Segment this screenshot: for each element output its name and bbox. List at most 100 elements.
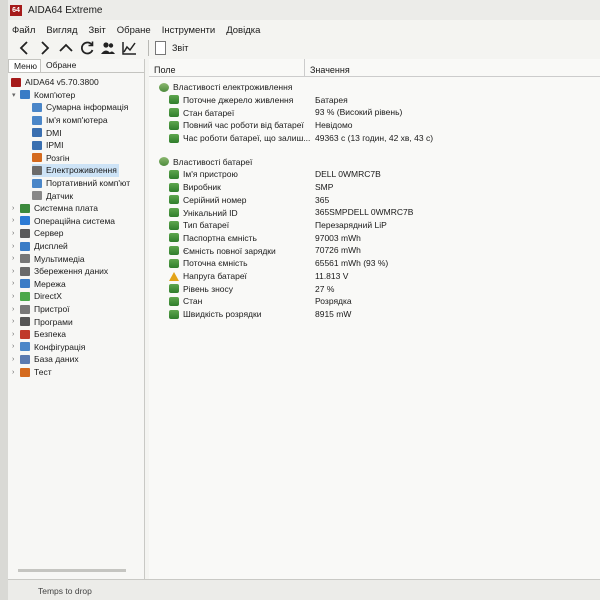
field-name: Унікальний ID — [183, 207, 238, 218]
field-row[interactable]: Напруга батареї — [169, 270, 247, 283]
expand-down-icon[interactable]: ▾ — [12, 91, 20, 99]
field-row[interactable]: Поточна ємність — [169, 257, 248, 270]
config-icon — [20, 342, 30, 352]
field-value: 93 % (Високий рівень) — [315, 107, 403, 118]
tree-item[interactable]: ▾ Комп'ютер — [12, 89, 75, 102]
users-button[interactable] — [98, 38, 118, 58]
chevron-right-icon[interactable]: › — [12, 343, 20, 350]
tree-item[interactable]: › Безпека — [12, 328, 66, 341]
menu-report[interactable]: Звіт — [89, 25, 106, 36]
tree-item[interactable]: Сумарна інформація — [32, 101, 128, 114]
chevron-right-icon[interactable]: › — [12, 230, 20, 237]
back-arrow-icon — [19, 41, 28, 55]
tree-item[interactable]: Датчик — [32, 189, 73, 202]
tree-item[interactable]: IPMI — [32, 139, 63, 152]
chevron-right-icon[interactable]: › — [12, 280, 20, 287]
aida64-window: 64 AIDA64 Extreme Файл Вигляд Звіт Обран… — [8, 0, 600, 600]
ipmi-icon — [32, 140, 42, 150]
tree-item[interactable]: Електроживлення — [32, 164, 119, 177]
chevron-right-icon[interactable]: › — [12, 318, 20, 325]
field-value: 365 — [315, 194, 330, 205]
column-field[interactable]: Поле — [149, 59, 305, 77]
chevron-right-icon[interactable]: › — [12, 217, 20, 224]
menu-view[interactable]: Вигляд — [46, 25, 77, 36]
field-row[interactable]: Стан батареї — [169, 106, 234, 119]
battery-icon — [169, 284, 179, 294]
tree-item[interactable]: › Дисплей — [12, 240, 68, 253]
chevron-right-icon[interactable]: › — [12, 293, 20, 300]
field-row[interactable]: Рівень зносу — [169, 283, 233, 296]
back-button[interactable] — [14, 38, 34, 58]
battery-icon — [169, 258, 179, 268]
tab-favorites[interactable]: Обране — [41, 59, 79, 72]
field-name: Напруга батареї — [183, 271, 247, 282]
chevron-right-icon[interactable]: › — [12, 306, 20, 313]
title-bar: 64 AIDA64 Extreme — [8, 0, 600, 20]
tab-menu[interactable]: Меню — [8, 59, 41, 72]
tree-item[interactable]: › Мультимедіа — [12, 252, 85, 265]
tree-item[interactable]: › Конфігурація — [12, 341, 85, 354]
tree-item[interactable]: › DirectX — [12, 290, 62, 303]
os-icon — [20, 216, 30, 226]
tree-item[interactable]: › Пристрої — [12, 303, 70, 316]
horizontal-scrollbar[interactable] — [18, 569, 126, 572]
chevron-right-icon[interactable]: › — [12, 243, 20, 250]
tree-item[interactable]: › База даних — [12, 353, 79, 366]
tree-item[interactable]: › Сервер — [12, 227, 63, 240]
field-row[interactable]: Час роботи батареї, що залиш... — [169, 132, 310, 145]
tree-item-label: Конфігурація — [34, 341, 86, 352]
tree-item[interactable]: Ім'я комп'ютера — [32, 114, 108, 127]
menu-tools[interactable]: Інструменти — [162, 25, 216, 36]
field-value: 11.813 V — [315, 270, 349, 281]
forward-button[interactable] — [35, 38, 55, 58]
group-header[interactable]: Властивості електроживлення — [159, 81, 292, 94]
tree-item-label: Пристрої — [34, 304, 70, 315]
report-button[interactable]: Звіт — [155, 41, 188, 55]
up-button[interactable] — [56, 38, 76, 58]
field-row[interactable]: Стан — [169, 295, 202, 308]
tree-item[interactable]: › Програми — [12, 315, 73, 328]
field-row[interactable]: Паспортна ємність — [169, 232, 257, 245]
group-battery-icon — [159, 157, 169, 167]
tree-item[interactable]: › Тест — [12, 366, 52, 379]
database-icon — [20, 354, 30, 364]
field-value: Невідомо — [315, 120, 353, 131]
battery-icon — [169, 169, 179, 179]
field-row[interactable]: Ємність повної зарядки — [169, 244, 276, 257]
tree-item[interactable]: › Системна плата — [12, 202, 98, 215]
tree-item-label: Мережа — [34, 278, 66, 289]
field-name: Швидкість розрядки — [183, 309, 262, 320]
menu-favorites[interactable]: Обране — [117, 25, 151, 36]
toolbar-separator — [148, 40, 149, 56]
summary-icon — [32, 102, 42, 112]
menu-help[interactable]: Довідка — [226, 25, 260, 36]
chevron-right-icon[interactable]: › — [12, 255, 20, 262]
field-row[interactable]: Ім'я пристрою — [169, 168, 238, 181]
field-row[interactable]: Тип батареї — [169, 219, 229, 232]
chevron-right-icon[interactable]: › — [12, 205, 20, 212]
tree-item[interactable]: › Мережа — [12, 278, 66, 291]
tree-item[interactable]: AIDA64 v5.70.3800 — [11, 76, 99, 89]
chevron-right-icon[interactable]: › — [12, 331, 20, 338]
group-header[interactable]: Властивості батареї — [159, 156, 252, 169]
tree-item[interactable]: Розгін — [32, 152, 70, 165]
chevron-right-icon[interactable]: › — [12, 369, 20, 376]
field-row[interactable]: Поточне джерело живлення — [169, 94, 293, 107]
tree-item[interactable]: › Збереження даних — [12, 265, 108, 278]
tree-item[interactable]: › Операційна система — [12, 215, 115, 228]
field-row[interactable]: Унікальний ID — [169, 206, 238, 219]
column-value[interactable]: Значення — [305, 59, 350, 77]
chevron-right-icon[interactable]: › — [12, 356, 20, 363]
tree-item-label: Ім'я комп'ютера — [46, 115, 108, 126]
battery-icon — [169, 133, 179, 143]
chevron-right-icon[interactable]: › — [12, 268, 20, 275]
tree-item[interactable]: Портативний комп'ют — [32, 177, 130, 190]
menu-file[interactable]: Файл — [12, 25, 35, 36]
tree-item[interactable]: DMI — [32, 126, 62, 139]
chart-button[interactable] — [119, 38, 139, 58]
field-row[interactable]: Виробник — [169, 181, 221, 194]
field-row[interactable]: Серійний номер — [169, 194, 247, 207]
field-row[interactable]: Швидкість розрядки — [169, 308, 261, 321]
field-row[interactable]: Повний час роботи від батареї — [169, 119, 304, 132]
refresh-button[interactable] — [77, 38, 97, 58]
